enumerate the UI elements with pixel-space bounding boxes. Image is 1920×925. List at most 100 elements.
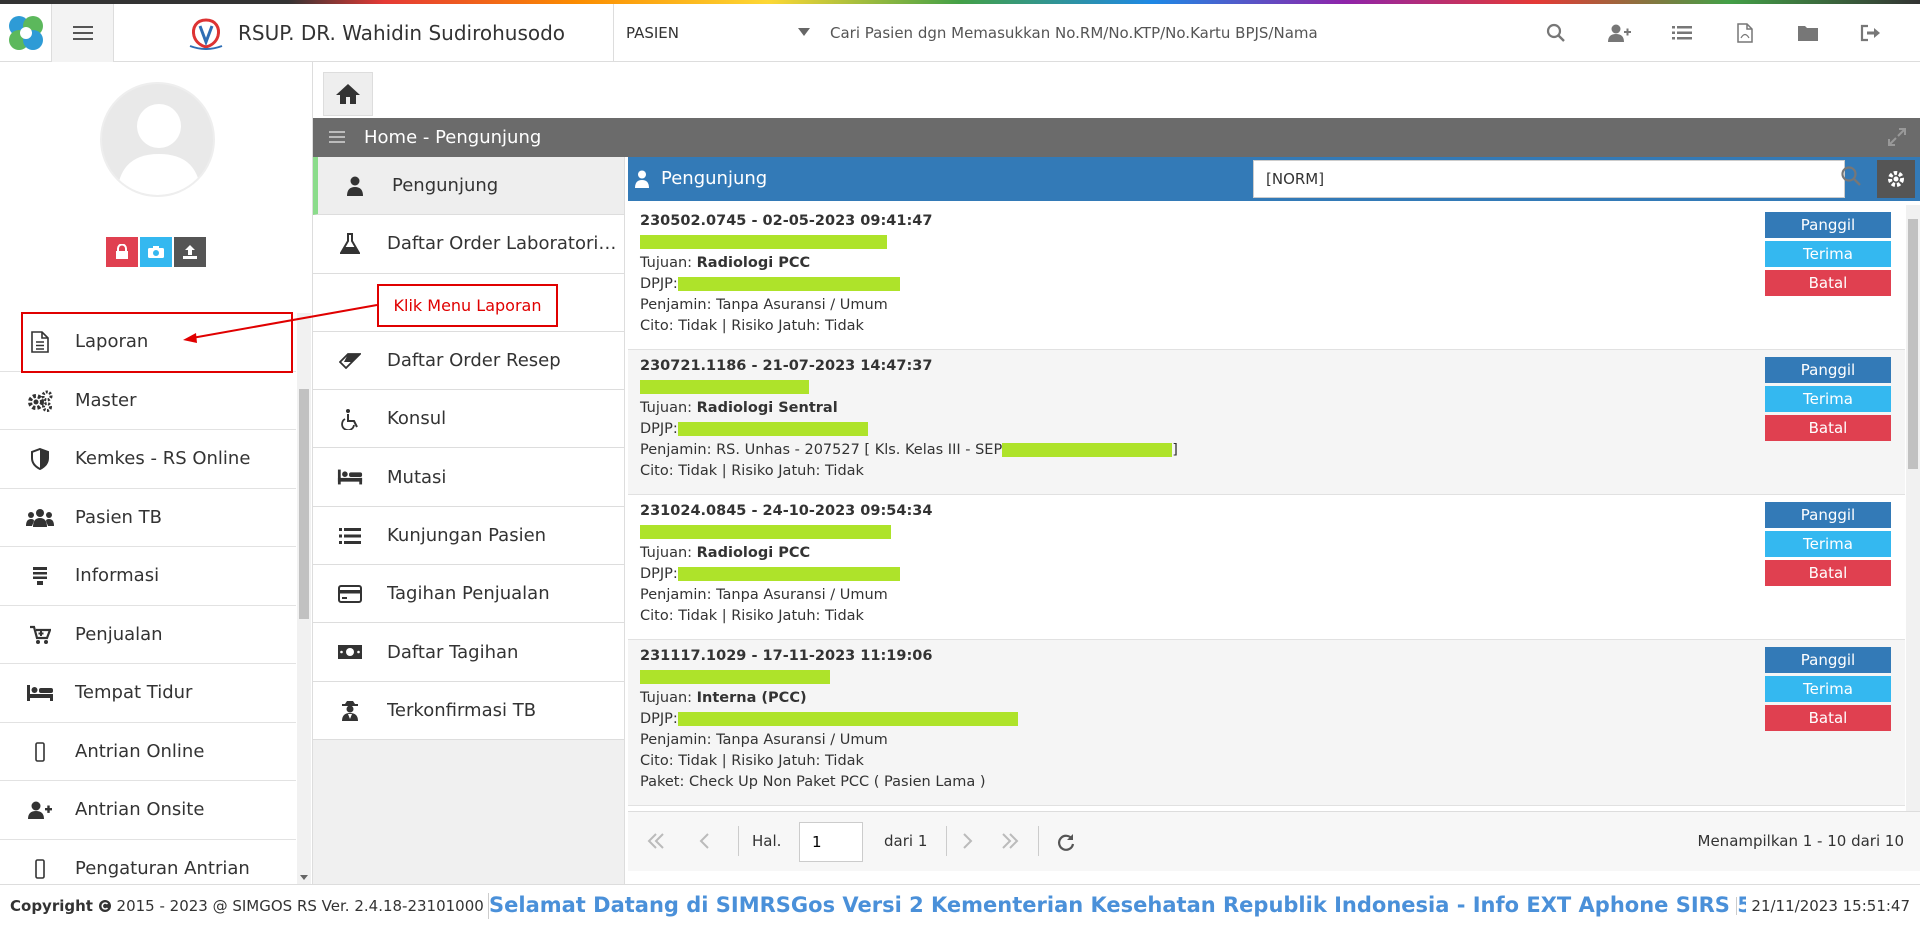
panggil-button[interactable]: Panggil [1765, 212, 1891, 238]
sidebar-item-label: Penjualan [75, 623, 163, 645]
app-logo[interactable] [0, 4, 52, 62]
pager-separator [946, 826, 947, 856]
folder-button[interactable] [1776, 4, 1839, 62]
submenu-item-order-lab[interactable]: Daftar Order Laboratorium [313, 215, 624, 274]
submenu-item-pengunjung[interactable]: Pengunjung [313, 157, 624, 216]
lock-button[interactable] [106, 237, 138, 267]
sidebar-item-pasien-tb[interactable]: Pasien TB [0, 489, 296, 547]
search-button[interactable] [1524, 4, 1587, 62]
tujuan-label: Tujuan: [640, 255, 697, 271]
penjamin: Penjamin: Tanpa Asuransi / Umum [640, 732, 888, 748]
list-scrollbar[interactable] [1906, 205, 1920, 811]
hospital-name: RSUP. DR. Wahidin Sudirohusodo [238, 21, 566, 45]
settings-button[interactable] [1877, 160, 1915, 198]
sidebar-item-master[interactable]: Master [0, 372, 296, 430]
list-button[interactable] [1650, 4, 1713, 62]
next-page-icon[interactable] [960, 832, 974, 850]
scroll-down-icon[interactable] [300, 875, 308, 880]
prev-page-icon[interactable] [698, 832, 712, 850]
last-page-icon[interactable] [1000, 832, 1020, 850]
sidebar-item-tempat-tidur[interactable]: Tempat Tidur [0, 664, 296, 723]
sidebar-scroll-thumb[interactable] [299, 389, 309, 619]
tujuan-label: Tujuan: [640, 400, 697, 416]
header-actions [1524, 4, 1902, 62]
cito: Cito: Tidak | Risiko Jatuh: Tidak [640, 753, 864, 769]
row-actions: Panggil Terima Batal [1765, 212, 1891, 299]
submenu: Pengunjung Daftar Order Laboratorium Daf… [313, 157, 625, 884]
first-page-icon[interactable] [646, 832, 666, 850]
terima-button[interactable]: Terima [1765, 676, 1891, 702]
norm-search-input[interactable] [1253, 160, 1845, 198]
submenu-item-mutasi[interactable]: Mutasi [313, 448, 624, 507]
submenu-item-daftar-tagihan[interactable]: Daftar Tagihan [313, 623, 624, 682]
batal-button[interactable]: Batal [1765, 270, 1891, 296]
panggil-button[interactable]: Panggil [1765, 357, 1891, 383]
batal-button[interactable]: Batal [1765, 560, 1891, 586]
cito: Cito: Tidak | Risiko Jatuh: Tidak [640, 608, 864, 624]
submenu-item-terkonfirmasi-tb[interactable]: Terkonfirmasi TB [313, 681, 624, 740]
upload-button[interactable] [174, 237, 206, 267]
redacted-dpjp [677, 422, 868, 436]
avatar [100, 82, 215, 197]
menu-toggle-button[interactable] [52, 4, 114, 62]
sidebar-item-penjualan[interactable]: Penjualan [0, 606, 296, 664]
submenu-item-label: Terkonfirmasi TB [387, 699, 537, 721]
tujuan-value: Radiologi PCC [696, 255, 811, 271]
search-type-select[interactable]: PASIEN [614, 4, 824, 62]
submenu-item-label: Daftar Order Laboratorium [387, 233, 617, 255]
camera-icon [148, 246, 164, 258]
submenu-item-label: Daftar Tagihan [387, 641, 519, 663]
search-icon[interactable] [1840, 165, 1862, 187]
gears-icon [26, 390, 54, 412]
list-scroll-thumb[interactable] [1908, 219, 1918, 469]
sidebar-item-antrian-onsite[interactable]: Antrian Onsite [0, 781, 296, 840]
sidebar-item-antrian-online[interactable]: Antrian Online [0, 723, 296, 781]
hamburger-icon[interactable] [329, 131, 345, 143]
list-item[interactable]: 230502.0745 - 02-05-2023 09:41:47 Tujuan… [628, 205, 1905, 350]
submenu-item-label: Daftar Order Resep [387, 350, 561, 372]
submenu-item-tagihan-penjualan[interactable]: Tagihan Penjualan [313, 565, 624, 624]
sidebar-item-label: Master [75, 389, 137, 411]
sidebar-item-kemkes[interactable]: Kemkes - RS Online [0, 430, 296, 489]
expand-icon[interactable] [1888, 128, 1906, 146]
refresh-icon[interactable] [1056, 832, 1076, 852]
list-icon [1671, 26, 1692, 40]
list-item[interactable]: 230721.1186 - 21-07-2023 14:47:37 Tujuan… [628, 350, 1905, 495]
submenu-item-label: Mutasi [387, 466, 447, 488]
pdf-button[interactable] [1713, 4, 1776, 62]
submenu-item-konsul[interactable]: Konsul [313, 390, 624, 449]
cito: Cito: Tidak | Risiko Jatuh: Tidak [640, 318, 864, 334]
patient-search-input[interactable] [830, 14, 1550, 52]
copyright-label: Copyright [10, 897, 93, 915]
dpjp-label: DPJP: [640, 711, 678, 727]
sidebar-item-informasi[interactable]: Informasi [0, 547, 296, 606]
page-number-input[interactable] [799, 822, 863, 862]
sidebar-scrollbar[interactable] [297, 313, 311, 884]
terima-button[interactable]: Terima [1765, 386, 1891, 412]
content-panel: Pengunjung 230502.0745 - 02-05-2023 09:4… [628, 157, 1920, 884]
home-button[interactable] [323, 72, 373, 116]
credit-card-icon [337, 583, 363, 605]
sidebar-item-pengaturan-antrian[interactable]: Pengaturan Antrian [0, 840, 296, 885]
redacted-dpjp [677, 277, 900, 291]
list-item[interactable]: 231117.1029 - 17-11-2023 11:19:06 Tujuan… [628, 640, 1905, 806]
sidebar-item-label: Antrian Onsite [75, 799, 205, 821]
logout-button[interactable] [1839, 4, 1902, 62]
row-actions: Panggil Terima Batal [1765, 357, 1891, 444]
submenu-item-order-resep[interactable]: Daftar Order Resep [313, 331, 624, 391]
batal-button[interactable]: Batal [1765, 705, 1891, 731]
add-patient-button[interactable] [1587, 4, 1650, 62]
terima-button[interactable]: Terima [1765, 241, 1891, 267]
panggil-button[interactable]: Panggil [1765, 502, 1891, 528]
panggil-button[interactable]: Panggil [1765, 647, 1891, 673]
redacted-dpjp [677, 712, 1018, 726]
terima-button[interactable]: Terima [1765, 531, 1891, 557]
tujuan-value: Radiologi Sentral [696, 400, 838, 416]
list-item[interactable]: 231024.0845 - 24-10-2023 09:54:34 Tujuan… [628, 495, 1905, 640]
camera-button[interactable] [140, 237, 172, 267]
submenu-item-kunjungan[interactable]: Kunjungan Pasien [313, 506, 624, 566]
marquee-text: Selamat Datang di SIMRSGos Versi 2 Kemen… [489, 893, 1746, 917]
batal-button[interactable]: Batal [1765, 415, 1891, 441]
content-title: Pengunjung [661, 168, 768, 189]
cart-icon [26, 624, 54, 646]
